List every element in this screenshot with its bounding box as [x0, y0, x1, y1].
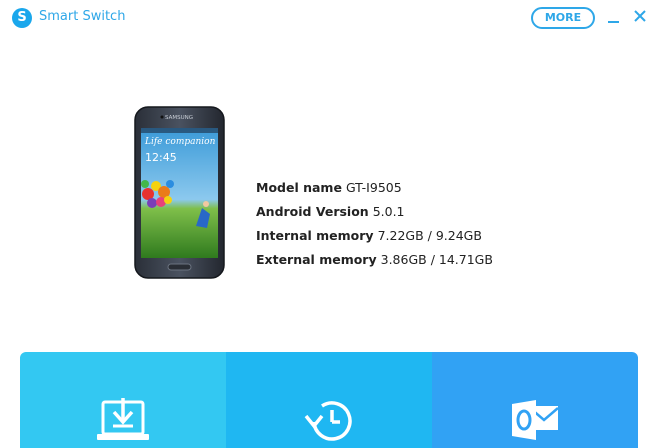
android-version-label: Android Version	[256, 204, 369, 219]
model-name-label: Model name	[256, 180, 342, 195]
external-memory-label: External memory	[256, 252, 377, 267]
internal-memory-label: Internal memory	[256, 228, 374, 243]
title-bar: S Smart Switch MORE	[0, 0, 657, 34]
phone-brand: SAMSUNG	[165, 115, 193, 121]
device-info: Model name GT-I9505 Android Version 5.0.1 …	[256, 179, 493, 275]
app-title: Smart Switch	[39, 9, 126, 24]
android-version-value: 5.0.1	[372, 204, 405, 219]
backup-icon	[97, 398, 149, 440]
backup-tile[interactable]	[20, 352, 226, 448]
info-row-model: Model name GT-I9505	[256, 179, 493, 203]
outlook-sync-tile[interactable]	[432, 352, 638, 448]
internal-memory-value: 7.22GB / 9.24GB	[377, 228, 482, 243]
close-icon[interactable]	[632, 8, 648, 24]
info-row-internal-memory: Internal memory 7.22GB / 9.24GB	[256, 227, 493, 251]
outlook-sync-icon	[512, 400, 559, 440]
info-row-external-memory: External memory 3.86GB / 14.71GB	[256, 251, 493, 275]
more-button[interactable]: MORE	[531, 7, 595, 29]
phone-image: Life companion 12:45 SAMSUNG	[134, 106, 226, 284]
wallpaper-text: Life companion	[144, 137, 216, 147]
model-name-value: GT-I9505	[345, 180, 402, 195]
smart-switch-logo-icon: S	[12, 8, 32, 28]
info-row-android: Android Version 5.0.1	[256, 203, 493, 227]
action-tiles	[20, 352, 638, 448]
restore-icon	[304, 401, 352, 441]
minimize-icon[interactable]	[607, 8, 621, 24]
restore-tile[interactable]	[226, 352, 432, 448]
external-memory-value: 3.86GB / 14.71GB	[380, 252, 493, 267]
lockscreen-clock: 12:45	[145, 151, 177, 164]
